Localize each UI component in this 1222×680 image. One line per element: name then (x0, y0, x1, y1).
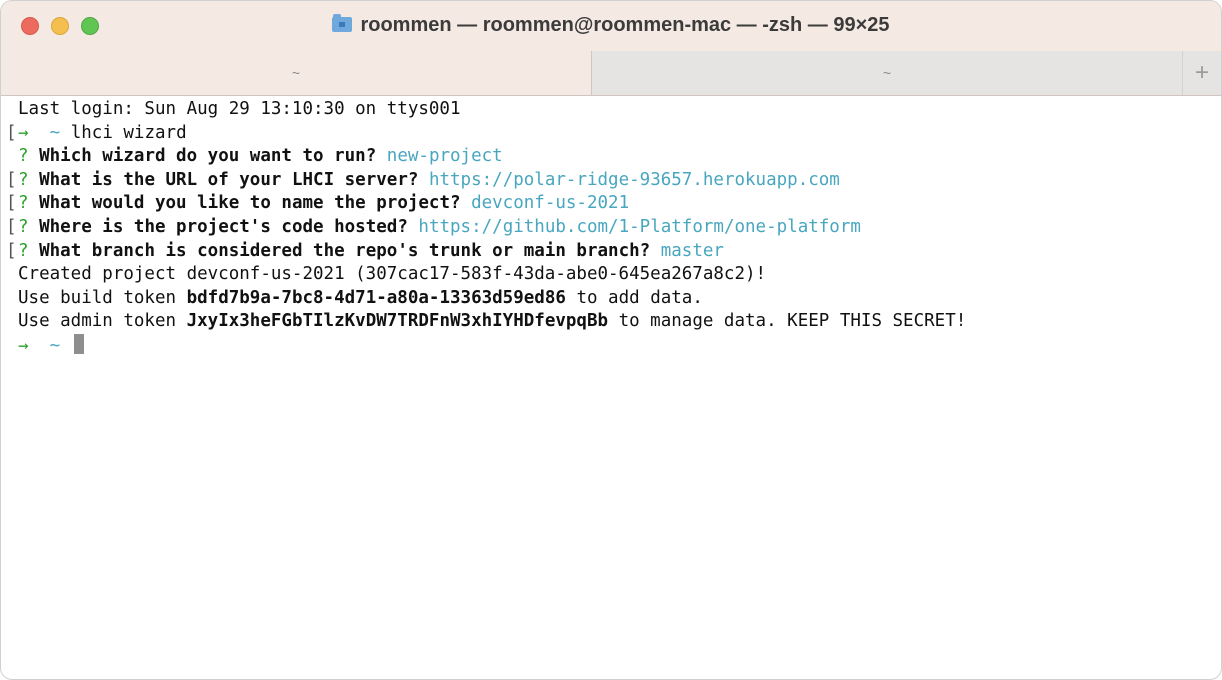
question-line: [? What would you like to name the proje… (6, 192, 1221, 216)
question-text: What would you like to name the project? (39, 193, 461, 214)
tab-2[interactable]: ~ (592, 51, 1182, 95)
tab-1-label: ~ (291, 65, 301, 81)
question-line: [? What branch is considered the repo's … (6, 240, 1221, 264)
mark-bracket: [ (6, 193, 17, 214)
window-title-text: roommen — roommen@roommen-mac — -zsh — 9… (360, 14, 890, 36)
home-folder-icon (332, 14, 353, 32)
text-cursor[interactable] (73, 333, 84, 354)
command-line: [→ ~ lhci wizard (6, 122, 1221, 146)
mark-bracket: [ (6, 216, 17, 237)
mark-bracket: [ (6, 240, 17, 261)
terminal-window: roommen — roommen@roommen-mac — -zsh — 9… (0, 0, 1222, 680)
question-line: [? What is the URL of your LHCI server? … (6, 169, 1221, 193)
new-tab-button[interactable]: + (1182, 51, 1221, 95)
tab-bar: ~ ~ + (1, 51, 1221, 96)
question-text: Which wizard do you want to run? (39, 146, 377, 167)
mark-bracket: [ (6, 122, 17, 143)
created-project-line: Created project devconf-us-2021 (307cac1… (18, 264, 767, 285)
prompt-arrow-icon: → (18, 122, 29, 143)
question-mark: ? (18, 193, 29, 214)
question-text: What is the URL of your LHCI server? (39, 169, 419, 190)
question-mark: ? (18, 169, 29, 190)
answer-text: new-project (386, 146, 503, 167)
command-text: lhci wizard (70, 122, 187, 143)
mark-bracket: [ (6, 169, 17, 190)
admin-token-line: Use admin token JxyIx3heFGbTIlzKvDW7TRDF… (18, 311, 967, 332)
answer-text: devconf-us-2021 (471, 193, 630, 214)
question-text: Where is the project's code hosted? (39, 216, 408, 237)
build-token: bdfd7b9a-7bc8-4d71-a80a-13363d59ed86 (186, 287, 566, 308)
window-title: roommen — roommen@roommen-mac — -zsh — 9… (1, 14, 1221, 37)
plus-icon: + (1194, 59, 1209, 86)
question-line: [? Where is the project's code hosted? h… (6, 216, 1221, 240)
answer-text: https://github.com/1-Platform/one-platfo… (418, 216, 861, 237)
question-mark: ? (18, 240, 29, 261)
build-token-line: Use build token bdfd7b9a-7bc8-4d71-a80a-… (18, 287, 703, 308)
last-login-line: Last login: Sun Aug 29 13:10:30 on ttys0… (18, 99, 461, 119)
question-mark: ? (18, 146, 29, 167)
terminal-output[interactable]: Last login: Sun Aug 29 13:10:30 on ttys0… (1, 96, 1221, 359)
answer-text: https://polar-ridge-93657.herokuapp.com (428, 169, 840, 190)
prompt-dir: ~ (49, 122, 61, 143)
question-line: ? Which wizard do you want to run? new-p… (18, 145, 1221, 169)
prompt-dir: ~ (49, 335, 61, 356)
answer-text: master (660, 240, 724, 261)
tab-2-label: ~ (882, 65, 892, 81)
tab-1[interactable]: ~ (1, 51, 592, 95)
question-mark: ? (18, 216, 29, 237)
prompt-arrow-icon: → (18, 335, 29, 356)
title-bar: roommen — roommen@roommen-mac — -zsh — 9… (1, 1, 1221, 51)
admin-token: JxyIx3heFGbTIlzKvDW7TRDFnW3xhIYHDfevpqBb (186, 311, 609, 332)
question-text: What branch is considered the repo's tru… (39, 240, 651, 261)
current-prompt-line: → ~ (18, 333, 1221, 359)
